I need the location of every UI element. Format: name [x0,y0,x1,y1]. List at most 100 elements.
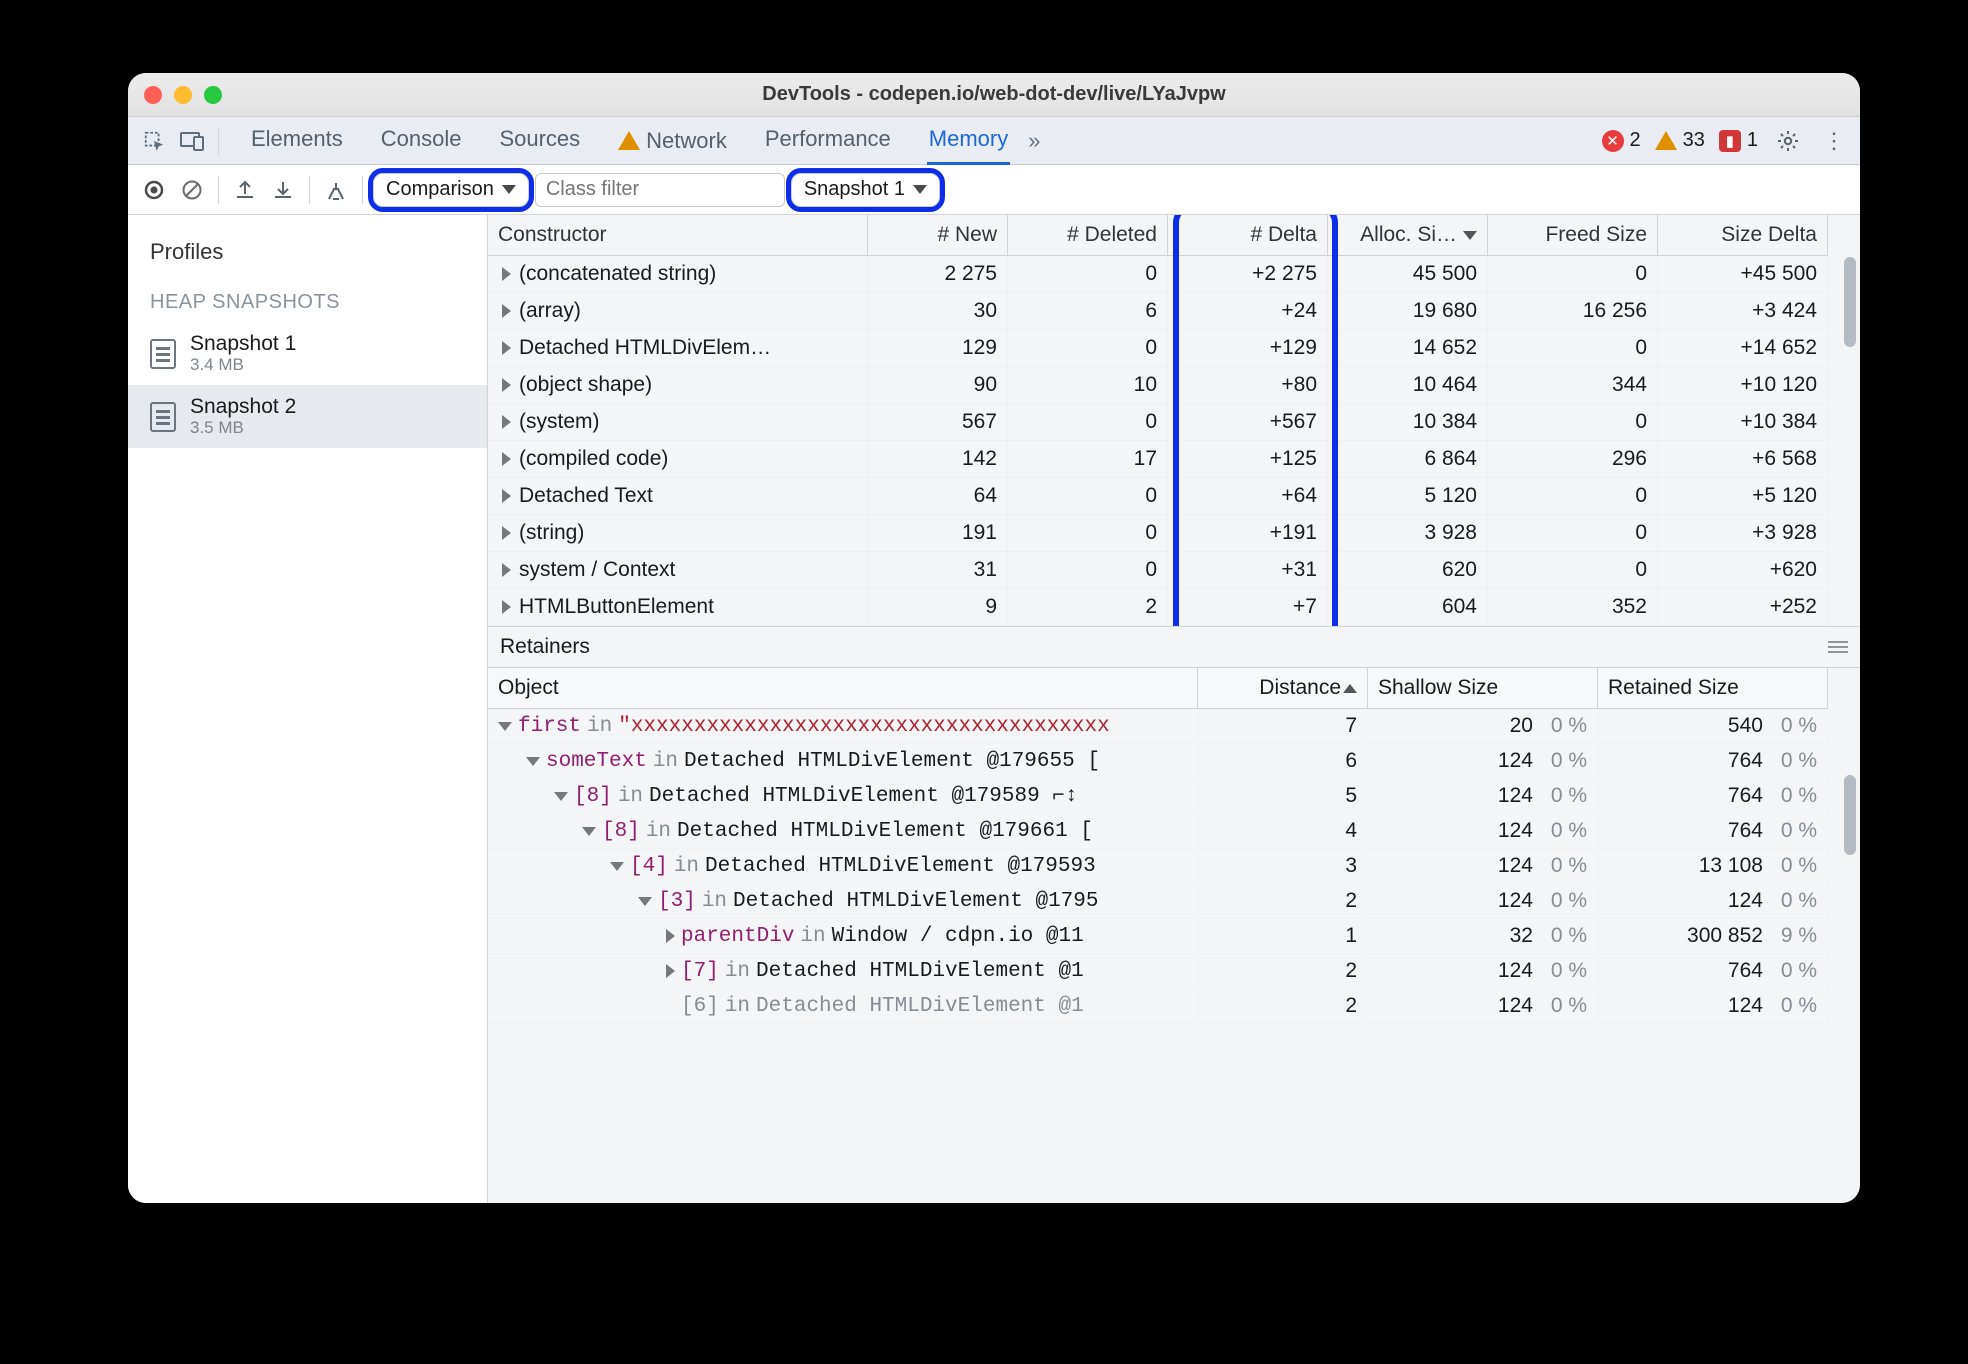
table-cell-alloc: 3 928 [1328,515,1488,552]
table-row-constructor[interactable]: (concatenated string) [488,256,868,293]
tab-performance[interactable]: Performance [763,116,893,165]
table-row-constructor[interactable]: (object shape) [488,367,868,404]
snapshot-name: Snapshot 1 [190,332,296,355]
table-cell-sizedelta: +3 928 [1658,515,1828,552]
table-cell-sizedelta: +5 120 [1658,478,1828,515]
table-row-constructor[interactable]: (system) [488,404,868,441]
retainer-prop: someText [546,750,647,773]
separator [218,176,219,204]
retainer-row-object[interactable]: someText in Detached HTMLDivElement @179… [488,744,1198,779]
snapshot-item[interactable]: Snapshot 13.4 MB [128,322,487,385]
ret-col-distance-label: Distance [1259,676,1341,699]
retainer-retained: 764 0 % [1598,814,1828,849]
retainer-row-object[interactable]: parentDiv in Window / cdpn.io @11 [488,919,1198,954]
error-icon: ✕ [1602,130,1624,152]
retainer-row-object[interactable]: [3] in Detached HTMLDivElement @1795 [488,884,1198,919]
tab-console[interactable]: Console [379,116,464,165]
snapshot-item[interactable]: Snapshot 23.5 MB [128,385,487,448]
table-cell-new: 9 [868,589,1008,626]
col-freed[interactable]: Freed Size [1488,215,1658,256]
retainer-row-object[interactable]: [8] in Detached HTMLDivElement @179661 [ [488,814,1198,849]
table-cell-delta: +129 [1168,330,1328,367]
expand-icon [502,304,511,318]
col-constructor[interactable]: Constructor [488,215,868,256]
load-profile-icon[interactable] [229,174,261,206]
table-row-constructor[interactable]: (string) [488,515,868,552]
separator [362,176,363,204]
clear-button[interactable] [176,174,208,206]
class-filter-input[interactable] [535,173,785,207]
table-cell-deleted: 0 [1008,515,1168,552]
scrollbar[interactable] [1844,257,1856,347]
retainer-sep: in [587,715,612,738]
table-row-constructor[interactable]: HTMLButtonElement [488,589,868,626]
table-cell-freed: 296 [1488,441,1658,478]
col-alloc[interactable]: Alloc. Si… [1328,215,1488,256]
status-area: ✕ 2 33 ▮ 1 ⋮ [1602,125,1851,157]
retainer-shallow: 124 0 % [1368,849,1598,884]
table-row-constructor[interactable]: system / Context [488,552,868,589]
retainers-menu-icon[interactable] [1828,641,1848,653]
errors-pill[interactable]: ✕ 2 [1602,129,1641,152]
settings-icon[interactable] [1772,125,1804,157]
expand-icon [554,792,568,801]
retainer-target: Detached HTMLDivElement @179655 [ [684,750,1100,773]
expand-icon [502,267,511,281]
table-row-constructor[interactable]: (compiled code) [488,441,868,478]
gc-icon[interactable] [320,174,352,206]
ret-col-retained[interactable]: Retained Size [1598,668,1828,709]
tab-network[interactable]: Network [616,116,729,165]
table-cell-deleted: 0 [1008,552,1168,589]
table-row-constructor[interactable]: (array) [488,293,868,330]
constructor-name: Detached Text [519,484,653,508]
view-mode-dropdown[interactable]: Comparison [373,173,529,207]
ret-col-shallow[interactable]: Shallow Size [1368,668,1598,709]
expand-icon [526,757,540,766]
errors-count: 2 [1630,129,1641,152]
col-delta[interactable]: # Delta [1168,215,1328,256]
retainer-sep: in [653,750,678,773]
col-deleted[interactable]: # Deleted [1008,215,1168,256]
retainer-target: Detached HTMLDivElement @179661 [ [677,820,1093,843]
table-cell-freed: 0 [1488,515,1658,552]
baseline-snapshot-dropdown[interactable]: Snapshot 1 [791,173,940,207]
col-new[interactable]: # New [868,215,1008,256]
retainer-retained: 124 0 % [1598,989,1828,1024]
col-sizedelta[interactable]: Size Delta [1658,215,1828,256]
chevron-down-icon [502,185,516,194]
retainers-grid: Object Distance Shallow Size Retained Si… [488,668,1860,1024]
table-cell-delta: +191 [1168,515,1328,552]
kebab-menu-icon[interactable]: ⋮ [1818,125,1850,157]
retainer-row-object[interactable]: first in "xxxxxxxxxxxxxxxxxxxxxxxxxxxxxx… [488,709,1198,744]
constructor-name: (string) [519,521,584,545]
scrollbar[interactable] [1844,775,1856,855]
record-button[interactable] [138,174,170,206]
retainer-prop: [8] [602,820,640,843]
inspect-element-icon[interactable] [138,125,170,157]
ret-col-distance[interactable]: Distance [1198,668,1368,709]
chevron-down-icon [913,185,927,194]
warnings-pill[interactable]: 33 [1655,129,1705,152]
tab-memory[interactable]: Memory [927,116,1010,165]
col-alloc-label: Alloc. Si… [1360,223,1457,247]
ret-col-object[interactable]: Object [488,668,1198,709]
retainer-row-object[interactable]: [4] in Detached HTMLDivElement @179593 [488,849,1198,884]
retainers-title: Retainers [500,635,1828,659]
tab-elements[interactable]: Elements [249,116,345,165]
retainer-row-object[interactable]: [6] in Detached HTMLDivElement @1 [488,989,1198,1024]
retainer-shallow: 124 0 % [1368,989,1598,1024]
retainer-row-object[interactable]: [7] in Detached HTMLDivElement @1 [488,954,1198,989]
more-tabs-button[interactable]: » [1028,128,1040,154]
save-profile-icon[interactable] [267,174,299,206]
table-row-constructor[interactable]: Detached HTMLDivElem… [488,330,868,367]
constructor-name: HTMLButtonElement [519,595,714,619]
memory-toolbar: Comparison Snapshot 1 [128,165,1860,215]
tab-sources[interactable]: Sources [497,116,582,165]
issues-count: 1 [1747,129,1758,152]
retainer-row-object[interactable]: [8] in Detached HTMLDivElement @179589 ⌐… [488,779,1198,814]
table-row-constructor[interactable]: Detached Text [488,478,868,515]
issues-pill[interactable]: ▮ 1 [1719,129,1758,152]
device-toolbar-icon[interactable] [176,125,208,157]
issue-icon: ▮ [1719,130,1741,152]
retainer-distance: 7 [1198,709,1368,744]
